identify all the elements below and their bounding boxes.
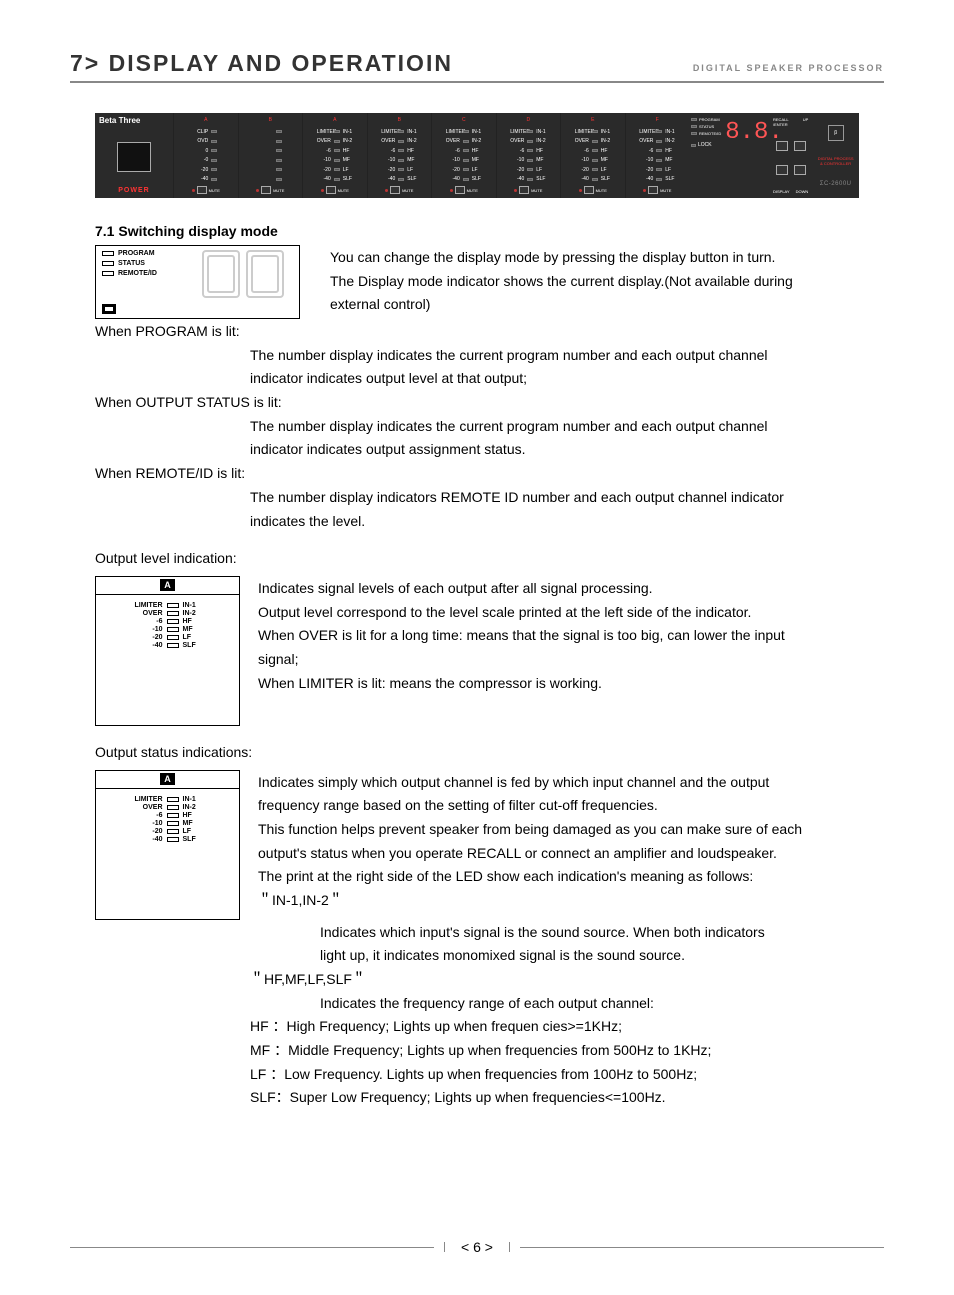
output-status-figure: A LIMITERIN-1 OVERIN-2 -6HF -10MF -20LF … [95,770,240,920]
output-level-label: Output level indication: [95,548,884,570]
output-level-block: A LIMITERIN-1 OVERIN-2 -6HF -10MF -20LF … [95,576,884,726]
body-text: The number display indicators REMOTE ID … [250,487,884,509]
panel-screen-area [95,128,173,185]
body-text: ＂IN-1,IN-2＂ [258,890,884,912]
mode-indicator-list: PROGRAM STATUS REMOTE/ID [102,250,187,298]
panel-lcd [117,142,151,172]
body-text: When OVER is lit for a long time: means … [258,625,884,647]
led-icon [167,635,179,640]
recall-button [776,141,788,151]
display-mode-lines: PROGRAM STATUS REMOTE/ID LOCK [691,117,721,148]
led-icon [102,251,114,256]
output-col: D LIMITERIN-1 OVERIN-2 -6HF -10MF -20LF … [496,113,561,198]
body-text: light up, it indicates monomixed signal … [320,945,884,967]
output-col: E LIMITERIN-1 OVERIN-2 -6HF -10MF -20LF … [560,113,625,198]
body-text: indicator indicates output assignment st… [250,439,884,461]
body-text: SLF：Super Low Frequency; Lights up when … [250,1087,884,1109]
led-icon [102,261,114,266]
led-stack: CLIP OVD 0 -0 -20 -40 [176,125,236,186]
intro-text: The Display mode indicator shows the cur… [330,271,884,293]
status-label: When OUTPUT STATUS is lit: [95,392,884,414]
body-text: signal; [258,649,884,671]
device-panel: Beta Three POWER A CLIP OVD 0 -0 -20 -40… [95,113,859,198]
body-text: output's status when you operate RECALL … [258,843,884,865]
input-col-a: A CLIP OVD 0 -0 -20 -40 MUTE [173,113,238,198]
led-icon [167,643,179,648]
led-icon [167,627,179,632]
digit-outline-icon [246,250,284,298]
output-col: F LIMITERIN-1 OVERIN-2 -6HF -10MF -20LF … [625,113,690,198]
output-col: B LIMITERIN-1 OVERIN-2 -6HF -10MF -20LF … [367,113,432,198]
led-icon [167,619,179,624]
led-icon [167,829,179,834]
panel-right: PROGRAM STATUS REMOTE/ID LOCK 8.8. RECAL… [689,113,859,198]
body-text: indicator indicates output level at that… [250,368,884,390]
body-text: Indicates signal levels of each output a… [258,578,884,600]
body-text: Output level correspond to the level sca… [258,602,884,624]
body-text: LF ：Low Frequency. Lights up when freque… [250,1064,884,1086]
led-icon [167,821,179,826]
display-button-icon [102,304,116,314]
panel-left: Beta Three POWER [95,113,173,198]
body-text: The number display indicates the current… [250,345,884,367]
power-label: POWER [95,185,173,198]
page-header: 7> DISPLAY AND OPERATIOIN DIGITAL SPEAKE… [70,50,884,83]
mute-row: MUTE [176,186,236,196]
led-icon [102,271,114,276]
body-text: indicates the level. [250,511,884,533]
mode-box-row: PROGRAM STATUS REMOTE/ID You can change … [95,245,884,319]
channel-tag: A [160,579,175,591]
col-head: A [176,117,236,125]
digit-outline-icon [202,250,240,298]
led-icon [167,837,179,842]
control-buttons: RECALL /ENTERUP DISPLAYDOWN [769,113,812,198]
input-col-b: B MUTE [238,113,303,198]
down-button [794,165,806,175]
output-status-block: A LIMITERIN-1 OVERIN-2 -6HF -10MF -20LF … [95,770,884,920]
display-button [776,165,788,175]
output-col: C LIMITERIN-1 OVERIN-2 -6HF -10MF -20LF … [431,113,496,198]
led-icon [167,603,179,608]
beta-three-icon: β [828,125,844,141]
section-7-1-heading: 7.1 Switching display mode [95,223,884,239]
intro-text: You can change the display mode by press… [330,247,884,269]
output-level-figure: A LIMITERIN-1 OVERIN-2 -6HF -10MF -20LF … [95,576,240,726]
section-title: 7> DISPLAY AND OPERATIOIN [70,50,453,77]
header-subtitle: DIGITAL SPEAKER PROCESSOR [693,63,884,73]
panel-channels: A CLIP OVD 0 -0 -20 -40 MUTE B [173,113,689,198]
led-icon [167,611,179,616]
output-col: A LIMITERIN-1 OVERIN-2 -6HF -10MF -20LF … [302,113,367,198]
seven-seg-outline [193,250,293,298]
body-text: This function helps prevent speaker from… [258,819,884,841]
body-text: Indicates the frequency range of each ou… [320,993,884,1015]
page-number: < 6 > [455,1239,499,1255]
channel-tag: A [160,773,175,785]
body-text: MF ：Middle Frequency; Lights up when fre… [250,1040,884,1062]
body-text: The print at the right side of the LED s… [258,866,884,888]
body-text: When LIMITER is lit: means the compresso… [258,673,884,695]
body-text: Indicates simply which output channel is… [258,772,884,794]
body-text: The number display indicates the current… [250,416,884,438]
led-icon [167,805,179,810]
intro-text: external control) [330,294,884,316]
body-text: Indicates which input's signal is the so… [320,922,884,944]
display-mode-figure: PROGRAM STATUS REMOTE/ID [95,245,300,319]
output-status-label: Output status indications: [95,742,884,764]
led-icon [167,813,179,818]
up-button [794,141,806,151]
device-panel-figure: Beta Three POWER A CLIP OVD 0 -0 -20 -40… [95,113,859,198]
program-label: When PROGRAM is lit: [95,321,884,343]
panel-brand: Beta Three [95,113,173,128]
led-icon [167,797,179,802]
panel-logo: β DIGITAL PROCESS & CONTROLLER ΣC-2600U [812,113,859,198]
body-text: frequency range based on the setting of … [258,795,884,817]
body-text: HF ：High Frequency; Lights up when frequ… [250,1016,884,1038]
body-text: ＂HF,MF,LF,SLF＂ [250,969,884,991]
page-footer: < 6 > [70,1239,884,1255]
display-mode-block: PROGRAM STATUS REMOTE/ID LOCK 8.8. [689,113,769,198]
remote-label: When REMOTE/ID is lit: [95,463,884,485]
